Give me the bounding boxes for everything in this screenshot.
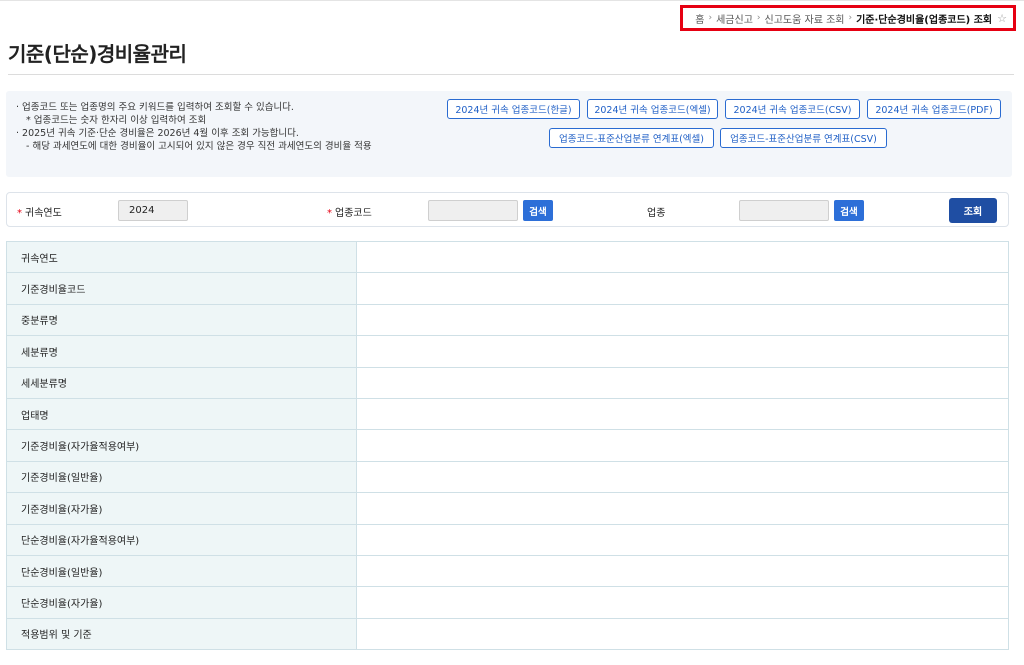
row-header: 기준경비율(자가율) <box>6 492 357 525</box>
table-row: 적용범위 및 기준 <box>6 617 1009 651</box>
row-value <box>356 586 1009 619</box>
table-row: 세세분류명 <box>6 366 1009 399</box>
row-value <box>356 460 1009 494</box>
chevron-right-icon: › <box>756 13 761 23</box>
industry-input[interactable] <box>739 200 829 221</box>
breadcrumb: 홈 › 세금신고 › 신고도움 자료 조회 › 기준·단순경비율(업종코드) 조… <box>680 5 1016 31</box>
row-value <box>356 429 1009 462</box>
top-divider <box>0 0 1024 1</box>
code-search-button[interactable]: 검색 <box>523 200 553 221</box>
table-row: 단순경비율(자가율적용여부) <box>6 523 1009 556</box>
download-pdf-button[interactable]: 2024년 귀속 업종코드(PDF) <box>867 99 1001 119</box>
row-header: 기준경비율(일반율) <box>6 460 357 494</box>
required-mark: * <box>327 208 332 219</box>
code-label-text: 업종코드 <box>335 208 372 219</box>
year-label: * 귀속연도 <box>17 204 62 219</box>
chevron-right-icon: › <box>848 13 853 23</box>
notice-line: · 업종코드 또는 업종명의 주요 키워드를 입력하여 조회할 수 있습니다. <box>16 102 294 113</box>
code-label: * 업종코드 <box>327 204 372 219</box>
notice-line: · 2025년 귀속 기준·단순 경비율은 2026년 4월 이후 조회 가능합… <box>16 128 299 139</box>
download-excel-button[interactable]: 2024년 귀속 업종코드(엑셀) <box>587 99 718 119</box>
row-header: 적용범위 및 기준 <box>6 617 357 651</box>
row-value <box>356 303 1009 337</box>
year-input[interactable]: 2024 <box>118 200 188 221</box>
row-value <box>356 272 1009 305</box>
table-row: 기준경비율(자가율적용여부) <box>6 429 1009 462</box>
row-header: 기준경비율(자가율적용여부) <box>6 429 357 462</box>
breadcrumb-filing-help[interactable]: 신고도움 자료 조회 <box>765 11 845 26</box>
download-csv-button[interactable]: 2024년 귀속 업종코드(CSV) <box>725 99 860 119</box>
table-row: 중분류명 <box>6 303 1009 337</box>
year-label-text: 귀속연도 <box>25 208 62 219</box>
table-row: 기준경비율(일반율) <box>6 460 1009 494</box>
row-value <box>356 240 1009 274</box>
notice-line: - 해당 과세연도에 대한 경비율이 고시되어 있지 않은 경우 직전 과세연도… <box>26 141 372 152</box>
row-value <box>356 366 1009 399</box>
row-header: 단순경비율(자가율) <box>6 586 357 619</box>
notice-line: * 업종코드는 숫자 한자리 이상 입력하여 조회 <box>26 115 207 126</box>
download-link-excel-button[interactable]: 업종코드-표준산업분류 연계표(엑셀) <box>549 128 714 148</box>
search-bar: * 귀속연도 2024 * 업종코드 검색 업종 검색 조회 <box>6 192 1009 227</box>
row-value <box>356 523 1009 556</box>
page-title: 기준(단순)경비율관리 <box>8 42 187 66</box>
notice-list: · 업종코드 또는 업종명의 주요 키워드를 입력하여 조회할 수 있습니다. … <box>16 101 372 153</box>
industry-label: 업종 <box>647 208 666 219</box>
row-value <box>356 335 1009 368</box>
code-input[interactable] <box>428 200 518 221</box>
row-header: 단순경비율(일반율) <box>6 554 357 588</box>
breadcrumb-tax-filing[interactable]: 세금신고 <box>716 11 753 26</box>
row-value <box>356 492 1009 525</box>
table-row: 귀속연도 <box>6 240 1009 274</box>
table-row: 단순경비율(일반율) <box>6 554 1009 588</box>
breadcrumb-current: 기준·단순경비율(업종코드) 조회 <box>856 14 993 26</box>
table-row: 단순경비율(자가율) <box>6 586 1009 619</box>
row-value <box>356 397 1009 431</box>
row-header: 세분류명 <box>6 335 357 368</box>
row-header: 단순경비율(자가율적용여부) <box>6 523 357 556</box>
row-header: 업태명 <box>6 397 357 431</box>
row-header: 귀속연도 <box>6 240 357 274</box>
breadcrumb-home[interactable]: 홈 <box>695 11 704 26</box>
result-table: 귀속연도 기준경비율코드 중분류명 세분류명 세세분류명 업태명 기준경비율(자가율적용여부… <box>6 240 1009 651</box>
row-value <box>356 617 1009 651</box>
table-row: 기준경비율코드 <box>6 272 1009 305</box>
row-header: 세세분류명 <box>6 366 357 399</box>
table-row: 업태명 <box>6 397 1009 431</box>
download-hangul-button[interactable]: 2024년 귀속 업종코드(한글) <box>447 99 580 119</box>
chevron-right-icon: › <box>708 13 713 23</box>
table-row: 세분류명 <box>6 335 1009 368</box>
download-link-csv-button[interactable]: 업종코드-표준산업분류 연계표(CSV) <box>720 128 887 148</box>
row-header: 중분류명 <box>6 303 357 337</box>
industry-search-button[interactable]: 검색 <box>834 200 864 221</box>
required-mark: * <box>17 208 22 219</box>
star-outline-icon[interactable]: ☆ <box>997 12 1007 25</box>
table-row: 기준경비율(자가율) <box>6 492 1009 525</box>
title-divider <box>8 74 1014 75</box>
row-value <box>356 554 1009 588</box>
row-header: 기준경비율코드 <box>6 272 357 305</box>
query-button[interactable]: 조회 <box>949 198 997 223</box>
